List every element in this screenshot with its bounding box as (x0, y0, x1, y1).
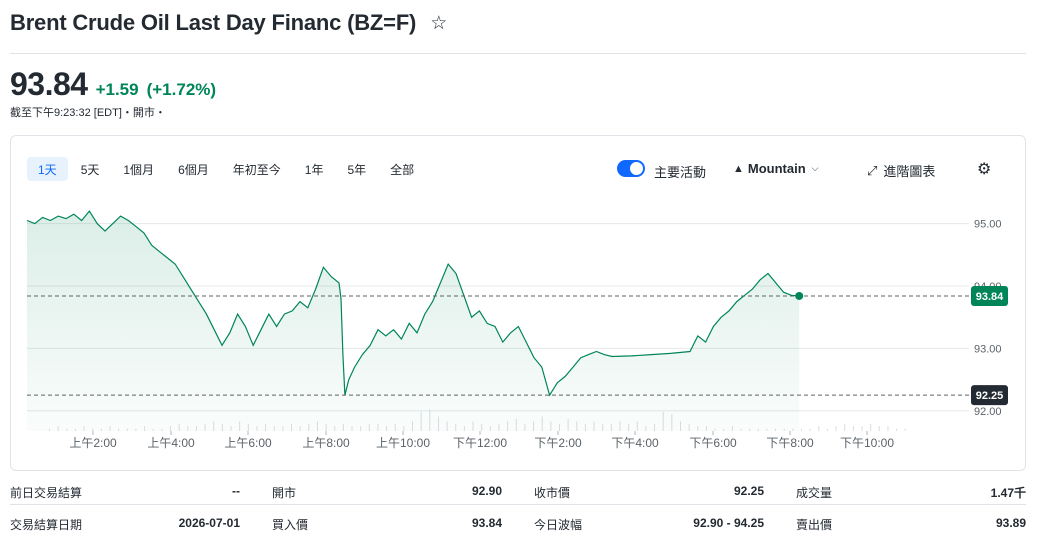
stat-label: 交易結算日期 (10, 518, 83, 532)
volume-bar (800, 428, 802, 431)
last-price-dot (795, 291, 804, 300)
stats-row: 前日交易結算 -- 開市 92.90 收市價 92.25 成交量 1.47千 (10, 480, 1026, 502)
stat-label: 買入價 (272, 518, 309, 532)
stat-label: 開市 (272, 486, 297, 500)
quote-change: +1.59 (95, 80, 139, 99)
header: Brent Crude Oil Last Day Financ (BZ=F) ☆ (10, 8, 447, 38)
stat-value: 93.84 (471, 516, 502, 530)
quote-price: 93.84 (10, 66, 88, 102)
volume-bar (809, 428, 811, 431)
y-tick-label: 95.00 (974, 219, 1002, 231)
x-tick-label: 上午2:00 (69, 436, 117, 450)
volume-bar (844, 423, 846, 431)
stat-value: 92.90 (471, 484, 502, 498)
area-fill (27, 211, 800, 431)
x-tick-label: 下午8:00 (766, 436, 814, 450)
x-tick-label: 下午2:00 (534, 436, 582, 450)
stat-label: 今日波幅 (534, 518, 583, 532)
stat-value: 1.47千 (990, 486, 1026, 500)
y-tick-label: 92.00 (974, 406, 1002, 418)
volume-bar (904, 428, 906, 431)
x-tick-label: 下午6:00 (689, 436, 737, 450)
stat-value: 92.90 - 94.25 (693, 516, 764, 530)
volume-bar (878, 426, 880, 431)
chart-card: 1天 5天 1個月 6個月 年初至今 1年 5年 全部 主要活動 ▲ Mount… (10, 135, 1026, 471)
x-tick-label: 上午6:00 (224, 436, 272, 450)
volume-bar (887, 426, 889, 431)
stat-value: 92.25 (733, 484, 764, 498)
volume-bar (818, 426, 820, 431)
x-tick-label: 上午10:00 (376, 436, 430, 450)
x-tick-label: 下午10:00 (840, 436, 894, 450)
stat-value: -- (232, 484, 240, 498)
page-title: Brent Crude Oil Last Day Financ (BZ=F) (10, 10, 417, 35)
star-icon[interactable]: ☆ (430, 12, 447, 35)
stat-value: 2026-07-01 (178, 516, 240, 530)
previous-close-badge-text: 92.25 (976, 390, 1004, 402)
x-tick-label: 下午12:00 (453, 436, 507, 450)
stat-label: 收市價 (534, 486, 571, 500)
volume-bar (861, 426, 863, 431)
stat-label: 前日交易結算 (10, 486, 83, 500)
quote: 93.84 +1.59 (+1.72%) (10, 66, 216, 103)
x-tick-label: 上午4:00 (147, 436, 195, 450)
y-tick-label: 93.00 (974, 343, 1002, 355)
volume-bar (835, 426, 837, 431)
volume-bar (870, 423, 872, 431)
current-price-badge-text: 93.84 (976, 291, 1004, 303)
quote-change-percent: (+1.72%) (146, 80, 217, 99)
quote-timestamp: 截至下午9:23:32 [EDT]・開市・ (10, 107, 166, 119)
volume-bar (896, 428, 898, 431)
volume-bar (852, 426, 854, 431)
stat-label: 賣出價 (796, 518, 833, 532)
row-divider (10, 504, 1026, 505)
volume-bar (826, 428, 828, 431)
stat-value: 93.89 (995, 516, 1026, 530)
divider (10, 53, 1026, 54)
x-tick-label: 下午4:00 (611, 436, 659, 450)
price-chart[interactable]: 95.0094.0093.0092.0093.8492.25上午2:00上午4:… (11, 136, 1027, 472)
stats-row: 交易結算日期 2026-07-01 買入價 93.84 今日波幅 92.90 -… (10, 512, 1026, 534)
stat-label: 成交量 (796, 486, 833, 500)
x-tick-label: 上午8:00 (302, 436, 350, 450)
